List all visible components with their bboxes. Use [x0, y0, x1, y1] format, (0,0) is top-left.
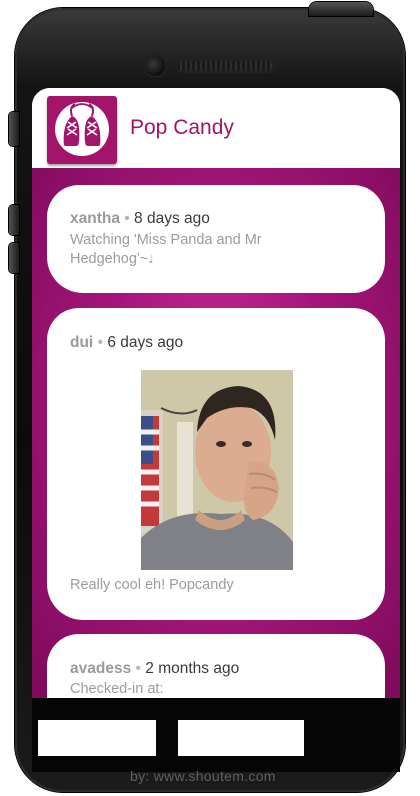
credit-text: by: www.shoutem.com [130, 768, 276, 784]
earpiece-speaker [177, 61, 273, 71]
post-header: xantha • 8 days ago [70, 185, 365, 229]
post-caption: Really cool eh! Popcandy [70, 577, 234, 593]
post-username[interactable]: xantha [70, 210, 120, 227]
bottom-right-button[interactable] [178, 720, 304, 756]
post-header: avadess • 2 months ago [70, 634, 365, 679]
volume-up-button [9, 205, 19, 235]
post-username[interactable]: dui [70, 334, 93, 351]
power-button [309, 2, 373, 16]
post-card[interactable]: dui • 6 days ago Really cool eh! Popcand… [47, 308, 385, 620]
post-card[interactable]: avadess • 2 months ago Checked-in at: [47, 634, 385, 698]
app-title: Pop Candy [130, 116, 234, 139]
post-time: 8 days ago [134, 210, 210, 227]
post-username[interactable]: avadess [70, 660, 131, 677]
feed[interactable]: xantha • 8 days ago Watching 'Miss Panda… [32, 168, 400, 698]
selfie-photo[interactable] [141, 370, 293, 570]
bottom-bar [32, 698, 400, 772]
post-time: 6 days ago [107, 334, 184, 351]
post-separator: • [135, 660, 141, 677]
post-time: 2 months ago [145, 660, 240, 677]
post-header: dui • 6 days ago [70, 308, 365, 353]
mute-switch [9, 112, 19, 146]
post-card[interactable]: xantha • 8 days ago Watching 'Miss Panda… [47, 185, 385, 293]
post-text: Checked-in at: [70, 681, 164, 697]
app-header: Pop Candy [32, 88, 400, 168]
volume-down-button [9, 243, 19, 273]
post-separator: • [124, 210, 130, 227]
post-separator: • [97, 334, 103, 351]
app-screen: Pop Candy xantha • 8 days ago Watching '… [32, 88, 400, 698]
front-camera [145, 56, 165, 76]
post-text: Watching 'Miss Panda and Mr Hedgehog'~♩ [70, 232, 262, 267]
sneakers-icon[interactable] [47, 96, 117, 164]
bottom-left-button[interactable] [38, 720, 156, 756]
